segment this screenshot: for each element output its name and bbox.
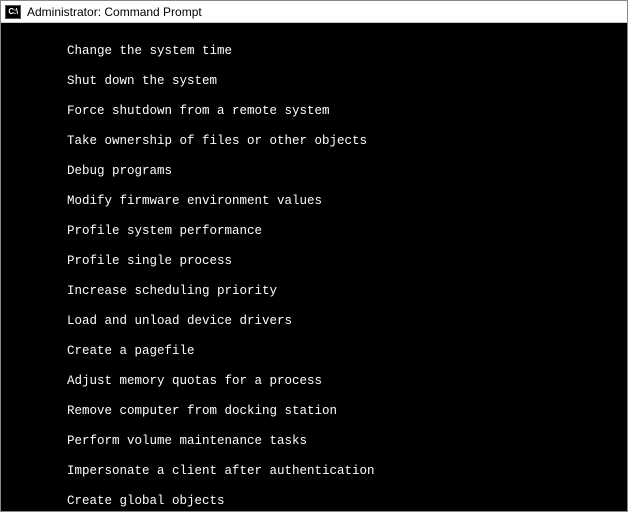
titlebar[interactable]: C:\ Administrator: Command Prompt	[1, 1, 627, 23]
privilege-line: Perform volume maintenance tasks	[1, 434, 627, 449]
window-title: Administrator: Command Prompt	[27, 5, 202, 19]
privilege-line: Shut down the system	[1, 74, 627, 89]
privilege-line: Create a pagefile	[1, 344, 627, 359]
privilege-line: Profile single process	[1, 254, 627, 269]
privilege-line: Create global objects	[1, 494, 627, 509]
privilege-line: Force shutdown from a remote system	[1, 104, 627, 119]
terminal-output[interactable]: Change the system time Shut down the sys…	[1, 23, 627, 511]
privilege-line: Debug programs	[1, 164, 627, 179]
privilege-line: Profile system performance	[1, 224, 627, 239]
privilege-line: Increase scheduling priority	[1, 284, 627, 299]
privilege-line: Take ownership of files or other objects	[1, 134, 627, 149]
privilege-line: Change the system time	[1, 44, 627, 59]
privilege-line: Modify firmware environment values	[1, 194, 627, 209]
privilege-line: Impersonate a client after authenticatio…	[1, 464, 627, 479]
privilege-line: Adjust memory quotas for a process	[1, 374, 627, 389]
privilege-line: Remove computer from docking station	[1, 404, 627, 419]
privilege-line: Load and unload device drivers	[1, 314, 627, 329]
cmd-icon: C:\	[5, 5, 21, 19]
